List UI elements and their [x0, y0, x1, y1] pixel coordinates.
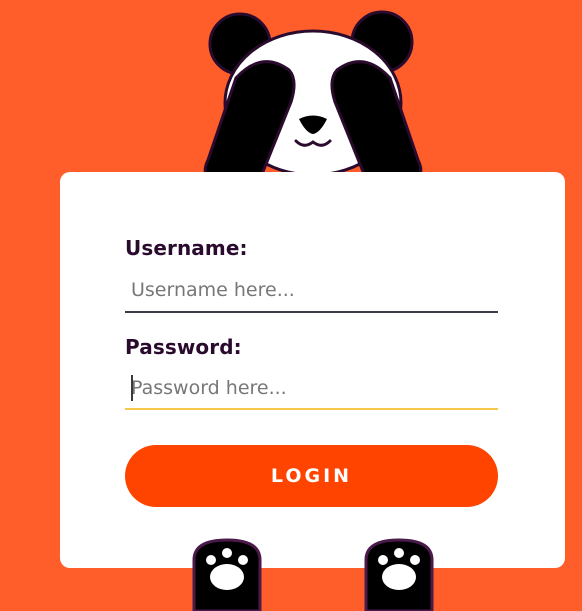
right-paw-icon [364, 538, 434, 611]
left-paw-icon [192, 538, 262, 611]
panda-feet [192, 538, 434, 611]
login-page: Username: Password: LOGIN [0, 0, 582, 611]
